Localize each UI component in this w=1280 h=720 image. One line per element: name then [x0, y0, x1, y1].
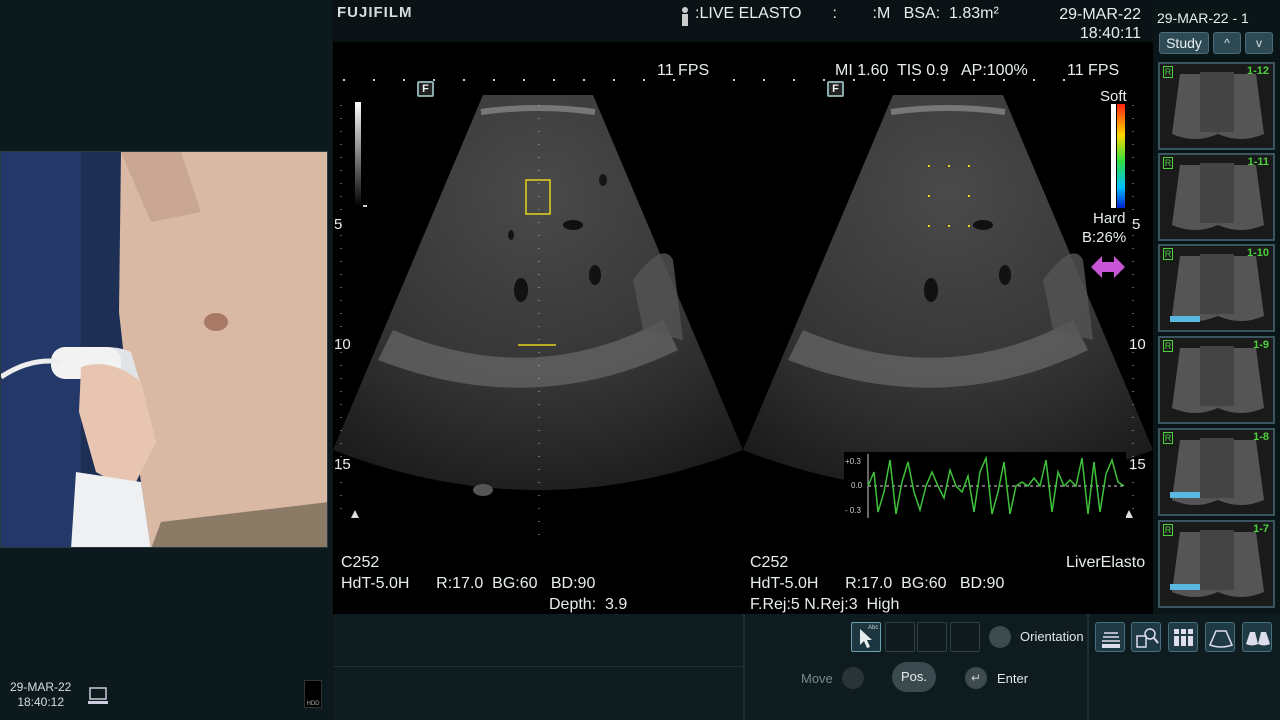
- chevron-up-icon: ^: [1224, 36, 1230, 50]
- left-panel: 29-MAR-22 18:40:12 HDD: [0, 0, 332, 720]
- thumbnail-r-badge: R: [1163, 157, 1173, 169]
- thumbnail-1-12[interactable]: R 1-12: [1158, 62, 1275, 150]
- thumbnail-r-badge: R: [1163, 432, 1173, 444]
- patient-camera-feed: [0, 151, 328, 548]
- fps-left: 11 FPS: [657, 62, 710, 79]
- grid-icon: [1174, 629, 1193, 646]
- orientation-label[interactable]: Orientation: [1020, 629, 1084, 644]
- probe-waves-icon: [1102, 632, 1120, 648]
- system-date: 29-MAR-22: [10, 680, 72, 694]
- person-icon: [682, 7, 688, 26]
- thumbnail-r-badge: R: [1163, 248, 1173, 260]
- acoustic-params: MI 1.60 TIS 0.9 AP:100%: [835, 62, 1028, 79]
- monitor-icon[interactable]: [88, 686, 108, 706]
- strain-tick-plus: +0.3: [845, 457, 861, 466]
- thumbnail-1-10[interactable]: R 1-10: [1158, 244, 1275, 332]
- right-rejection: F.Rej:5 N.Rej:3 High: [750, 596, 900, 613]
- scroll-down-button[interactable]: v: [1245, 32, 1273, 54]
- divider: [743, 614, 745, 720]
- study-date: 29-MAR-22 - 1: [1157, 10, 1249, 26]
- left-probe: C252: [341, 554, 380, 571]
- right-params: HdT-5.0H R:17.0 BG:60 BD:90: [750, 575, 1005, 592]
- layout-grid-button[interactable]: [1168, 622, 1198, 652]
- header-time: 18:40:11: [1079, 25, 1141, 42]
- elasto-color-scale: [1111, 104, 1125, 208]
- lateral-scale: [343, 79, 1065, 81]
- thumbnail-label: 1-12: [1246, 65, 1269, 77]
- tool-slot-3[interactable]: [950, 622, 980, 652]
- scale-hard-label: Hard: [1093, 210, 1126, 227]
- thumbnail-1-9[interactable]: R 1-9: [1158, 336, 1275, 424]
- system-time: 18:40:12: [17, 695, 65, 709]
- depth-tick-10: 10: [334, 336, 351, 353]
- thumbnail-r-badge: R: [1163, 66, 1173, 78]
- thumbnail-r-badge: R: [1163, 524, 1173, 536]
- move-label: Move: [801, 671, 833, 686]
- chevron-down-icon: v: [1256, 36, 1262, 50]
- study-panel: 29-MAR-22 - 1 Study ^ v R 1-12 R 1-11 R …: [1153, 0, 1280, 614]
- strain-graph: [844, 452, 1126, 520]
- hdd-label: HDD: [306, 701, 320, 707]
- background-percent: B:26%: [1082, 229, 1127, 246]
- orientation-knob-icon[interactable]: [989, 626, 1011, 648]
- move-icon[interactable]: [842, 667, 864, 689]
- thumbnail-label: 1-9: [1253, 339, 1269, 351]
- right-probe: C252: [750, 554, 789, 571]
- divider: [1087, 614, 1089, 720]
- study-button[interactable]: Study: [1159, 32, 1209, 54]
- brand-logo: FUJIFILM: [337, 4, 413, 21]
- tool-slot-2[interactable]: [917, 622, 947, 652]
- fps-right: 11 FPS: [1067, 62, 1120, 79]
- depth-tick-5: 5: [334, 216, 343, 233]
- enter-icon[interactable]: ↵: [965, 667, 987, 689]
- thumbnail-label: 1-10: [1246, 247, 1269, 259]
- ultrasound-image-area[interactable]: FUJIFILM :LIVE ELASTO : :M BSA: 1.83m² 2…: [333, 0, 1153, 614]
- right-depth-tick-10: 10: [1129, 336, 1146, 353]
- thumbnail-label: 1-11: [1247, 156, 1269, 168]
- patient-info: :LIVE ELASTO : :M BSA: 1.83m²: [695, 5, 999, 22]
- divider: [333, 666, 743, 667]
- exam-mode: LiverElasto: [1066, 554, 1146, 571]
- elasto-mode-button[interactable]: [1095, 622, 1125, 652]
- double-arrow-icon[interactable]: [1091, 256, 1125, 278]
- strain-tick-minus: - 0.3: [845, 506, 862, 515]
- hdd-icon: HDD: [304, 680, 322, 708]
- thumbnail-1-8[interactable]: R 1-8: [1158, 428, 1275, 516]
- thumbnail-1-7[interactable]: R 1-7: [1158, 520, 1275, 608]
- control-panel: Abc Orientation Move Pos. ↵ Enter: [333, 614, 1280, 720]
- thumbnail-label: 1-8: [1253, 431, 1269, 443]
- single-sector-button[interactable]: [1205, 622, 1235, 652]
- thumbnail-label: 1-7: [1253, 523, 1269, 535]
- camera-image: [1, 152, 327, 547]
- thumbnail-r-badge: R: [1163, 340, 1173, 352]
- tool-slot-1[interactable]: [885, 622, 915, 652]
- scroll-up-button[interactable]: ^: [1213, 32, 1241, 54]
- zoom-measure-button[interactable]: [1131, 622, 1161, 652]
- header-date: 29-MAR-22: [1059, 6, 1141, 23]
- strain-tick-zero: 0.0: [851, 481, 863, 490]
- scale-soft-label: Soft: [1100, 88, 1127, 105]
- right-elasto-sector: [743, 95, 1153, 490]
- right-depth-tick-15: 15: [1129, 456, 1146, 473]
- scale-depth-5: 5: [1132, 216, 1141, 233]
- depth-tick-15: 15: [334, 456, 351, 473]
- enter-label[interactable]: Enter: [997, 671, 1028, 686]
- annotation-cursor-button[interactable]: Abc: [851, 622, 881, 652]
- left-params: HdT-5.0H R:17.0 BG:60 BD:90: [341, 575, 596, 592]
- magnifier-icon: [1136, 628, 1159, 648]
- left-bmode-sector: [333, 95, 743, 490]
- position-button[interactable]: Pos.: [892, 662, 936, 692]
- cursor-text-label: Abc: [868, 625, 879, 631]
- dual-sector-button[interactable]: [1242, 622, 1272, 652]
- system-clock: 29-MAR-22 18:40:12: [10, 680, 71, 710]
- sector-icon: [1208, 630, 1234, 648]
- dual-sector-icon: [1246, 632, 1270, 646]
- thumbnail-1-11[interactable]: R 1-11: [1158, 153, 1275, 241]
- header-datetime: 29-MAR-22 18:40:11: [1059, 5, 1141, 43]
- header-bar: FUJIFILM :LIVE ELASTO : :M BSA: 1.83m² 2…: [333, 0, 1153, 42]
- left-depth: Depth: 3.9: [549, 596, 628, 613]
